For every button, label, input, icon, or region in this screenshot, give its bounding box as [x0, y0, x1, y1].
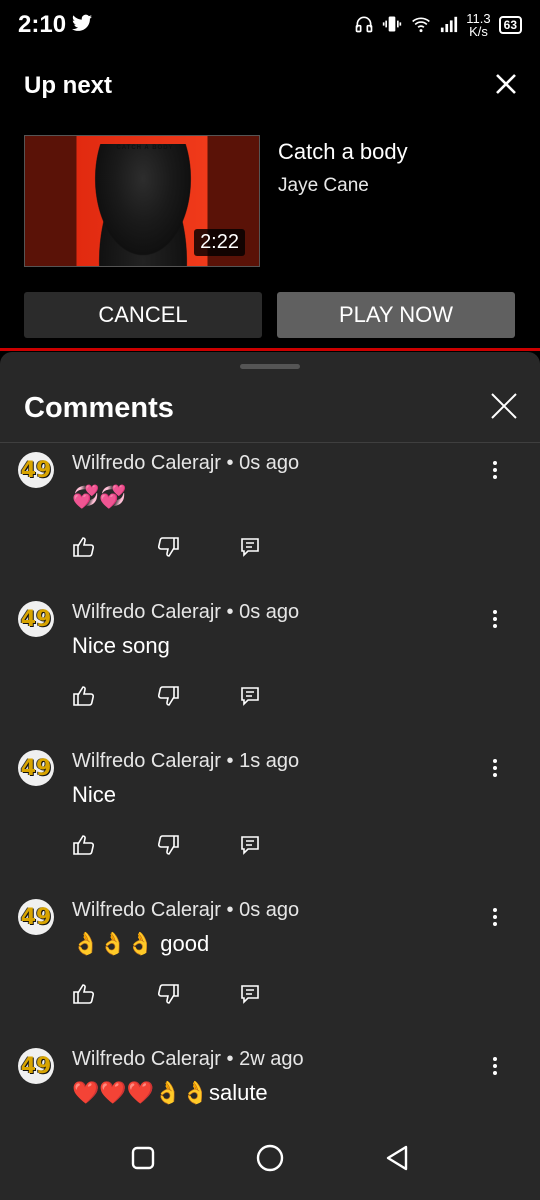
comment-time: 1s ago — [239, 750, 300, 772]
up-next-title: Up next — [24, 72, 113, 99]
navigation-bar — [0, 1120, 540, 1200]
comment-author[interactable]: Wilfredo Calerajr — [72, 1048, 221, 1070]
more-options-icon[interactable] — [492, 907, 498, 932]
dislike-icon[interactable] — [156, 685, 180, 712]
divider — [0, 442, 540, 443]
avatar[interactable]: 49 — [18, 601, 54, 637]
comment-meta: Wilfredo Calerajr • 2w ago — [72, 1048, 304, 1071]
thumbnail-caption: CATCH A BODY — [116, 145, 174, 151]
status-time: 2:10 — [18, 11, 67, 38]
like-icon[interactable] — [72, 983, 96, 1010]
dislike-icon[interactable] — [156, 834, 180, 861]
comment-time: 0s ago — [239, 899, 300, 921]
comment-actions — [72, 983, 260, 1010]
up-next-header: Up next — [24, 70, 518, 102]
meta-separator: • — [226, 899, 234, 921]
play-now-button[interactable]: PLAY NOW — [277, 292, 515, 338]
comments-sheet: Comments 49 Wilfredo Calerajr • 0s ago 💞… — [0, 352, 540, 1200]
reply-icon[interactable] — [240, 537, 260, 562]
status-left: 2:10 — [18, 11, 93, 39]
like-icon[interactable] — [72, 834, 96, 861]
progress-line — [0, 348, 540, 351]
comment-meta: Wilfredo Calerajr • 0s ago — [72, 899, 299, 922]
comments-list[interactable]: 49 Wilfredo Calerajr • 0s ago 💞💞 49 Wilf… — [0, 444, 540, 1112]
comment-actions — [72, 536, 260, 563]
comment-actions — [72, 834, 260, 861]
reply-icon[interactable] — [240, 984, 260, 1009]
reply-icon[interactable] — [240, 686, 260, 711]
wifi-icon — [410, 14, 432, 37]
dislike-icon[interactable] — [156, 536, 180, 563]
avatar[interactable]: 49 — [18, 750, 54, 786]
up-next-video-card[interactable]: CATCH A BODY 2:22 Catch a body Jaye Cane — [24, 135, 408, 267]
avatar[interactable]: 49 — [18, 899, 54, 935]
comments-header: Comments — [24, 388, 518, 428]
comment-text: Nice song — [72, 633, 170, 658]
video-channel[interactable]: Jaye Cane — [278, 175, 408, 197]
avatar[interactable]: 49 — [18, 452, 54, 488]
like-icon[interactable] — [72, 536, 96, 563]
comment-actions — [72, 685, 260, 712]
video-duration: 2:22 — [194, 229, 245, 256]
comment-text: 💞💞 — [72, 484, 127, 509]
battery-level: 63 — [503, 18, 517, 32]
avatar-glyph: 49 — [20, 755, 52, 781]
comment-text: Nice — [72, 782, 117, 807]
dislike-icon[interactable] — [156, 983, 180, 1010]
home-icon[interactable] — [255, 1143, 285, 1178]
avatar-glyph: 49 — [20, 457, 52, 483]
comment-meta: Wilfredo Calerajr • 1s ago — [72, 750, 299, 773]
like-icon[interactable] — [72, 685, 96, 712]
avatar-glyph: 49 — [20, 1053, 52, 1079]
comment-time: 0s ago — [239, 601, 300, 623]
signal-icon — [440, 15, 458, 36]
comment-meta: Wilfredo Calerajr • 0s ago — [72, 601, 299, 624]
comment-item: 49 Wilfredo Calerajr • 2w ago ❤️❤️❤️👌👌sa… — [0, 1046, 540, 1112]
comment-text: ❤️❤️❤️👌👌salute — [72, 1080, 268, 1105]
meta-separator: • — [226, 1048, 234, 1070]
status-bar: 2:10 11.3 K/s 63 — [0, 0, 540, 50]
comment-author[interactable]: Wilfredo Calerajr — [72, 750, 221, 772]
video-info: Catch a body Jaye Cane — [278, 135, 408, 267]
comment-item: 49 Wilfredo Calerajr • 0s ago Nice song — [0, 599, 540, 748]
more-options-icon[interactable] — [492, 1056, 498, 1081]
battery-icon: 63 — [498, 16, 522, 34]
comment-text: 👌👌👌 good — [72, 931, 210, 956]
more-options-icon[interactable] — [492, 460, 498, 485]
comment-author[interactable]: Wilfredo Calerajr — [72, 899, 221, 921]
status-right: 11.3 K/s 63 — [354, 12, 522, 38]
close-icon[interactable] — [494, 72, 518, 101]
avatar-glyph: 49 — [20, 904, 52, 930]
cancel-button[interactable]: CANCEL — [24, 292, 262, 338]
more-options-icon[interactable] — [492, 609, 498, 634]
meta-separator: • — [226, 750, 234, 772]
video-title[interactable]: Catch a body — [278, 139, 408, 165]
vibrate-icon — [382, 14, 402, 37]
reply-icon[interactable] — [240, 835, 260, 860]
comment-time: 2w ago — [239, 1048, 304, 1070]
video-thumbnail[interactable]: CATCH A BODY 2:22 — [24, 135, 260, 267]
meta-separator: • — [226, 601, 234, 623]
headphones-icon — [354, 14, 374, 37]
comment-item: 49 Wilfredo Calerajr • 0s ago 👌👌👌 good — [0, 897, 540, 1046]
close-icon[interactable] — [490, 392, 518, 425]
avatar-glyph: 49 — [20, 606, 52, 632]
comments-title: Comments — [24, 391, 174, 424]
comment-time: 0s ago — [239, 452, 300, 474]
avatar[interactable]: 49 — [18, 1048, 54, 1084]
recents-icon[interactable] — [130, 1145, 156, 1176]
thumbnail-artist-image — [87, 144, 199, 266]
twitter-icon — [72, 14, 93, 37]
comment-item: 49 Wilfredo Calerajr • 0s ago 💞💞 — [0, 450, 540, 599]
meta-separator: • — [226, 452, 234, 474]
comment-meta: Wilfredo Calerajr • 0s ago — [72, 452, 299, 475]
comment-author[interactable]: Wilfredo Calerajr — [72, 601, 221, 623]
network-speed: 11.3 K/s — [466, 12, 490, 38]
network-speed-unit: K/s — [469, 24, 488, 39]
more-options-icon[interactable] — [492, 758, 498, 783]
drag-handle[interactable] — [240, 364, 300, 369]
back-icon[interactable] — [384, 1144, 410, 1177]
comment-author[interactable]: Wilfredo Calerajr — [72, 452, 221, 474]
comment-item: 49 Wilfredo Calerajr • 1s ago Nice — [0, 748, 540, 897]
